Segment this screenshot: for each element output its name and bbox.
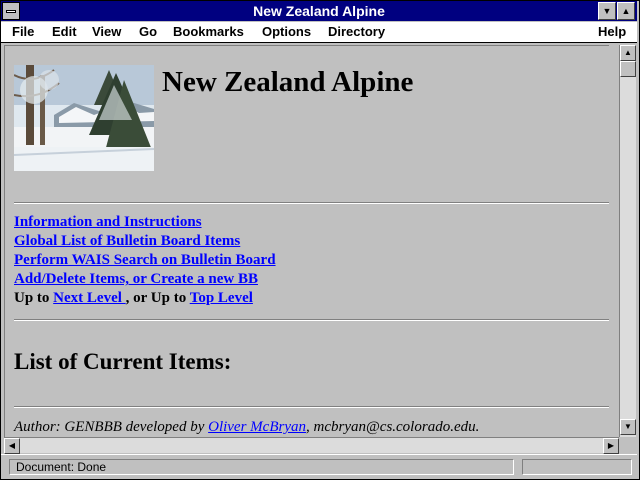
menu-options[interactable]: Options bbox=[262, 24, 311, 39]
up-prefix: Up to bbox=[14, 290, 54, 306]
menu-directory[interactable]: Directory bbox=[328, 24, 385, 39]
navigation-line: Up to Next Level , or Up to Top Level bbox=[14, 290, 253, 307]
title-bar: New Zealand Alpine ▼ ▲ bbox=[1, 1, 637, 21]
snowy-forest-image bbox=[14, 65, 154, 171]
menu-bookmarks[interactable]: Bookmarks bbox=[173, 24, 244, 39]
menu-go[interactable]: Go bbox=[139, 24, 157, 39]
scroll-left-icon[interactable]: ◀ bbox=[4, 438, 20, 454]
link-add-delete[interactable]: Add/Delete Items, or Create a new BB bbox=[14, 271, 258, 288]
document-area: New Zealand Alpine Information and Instr… bbox=[5, 46, 609, 438]
scroll-thumb[interactable] bbox=[620, 61, 636, 77]
page-heading: New Zealand Alpine bbox=[162, 66, 414, 98]
vertical-scrollbar[interactable]: ▲ ▼ bbox=[619, 45, 636, 437]
scroll-down-icon[interactable]: ▼ bbox=[620, 419, 636, 435]
author-prefix: Author: GENBBB developed by bbox=[14, 419, 209, 435]
up-mid: , or Up to bbox=[125, 290, 190, 306]
link-top-level[interactable]: Top Level bbox=[190, 290, 253, 306]
author-suffix: , mcbryan@cs.colorado.edu. bbox=[306, 419, 480, 435]
scroll-up-icon[interactable]: ▲ bbox=[620, 45, 636, 61]
divider bbox=[14, 406, 609, 408]
link-global-list[interactable]: Global List of Bulletin Board Items bbox=[14, 233, 240, 250]
link-author[interactable]: Oliver McBryan bbox=[208, 419, 306, 435]
menu-file[interactable]: File bbox=[12, 24, 34, 39]
progress-indicator bbox=[522, 459, 632, 475]
divider bbox=[14, 319, 609, 321]
minimize-icon[interactable]: ▼ bbox=[598, 2, 616, 20]
horizontal-scrollbar[interactable]: ◀ ▶ bbox=[4, 437, 619, 454]
window-title: New Zealand Alpine bbox=[253, 3, 385, 19]
scrollbar-corner bbox=[619, 437, 636, 453]
menu-help[interactable]: Help bbox=[598, 24, 626, 39]
divider bbox=[14, 202, 609, 204]
link-information[interactable]: Information and Instructions bbox=[14, 214, 202, 231]
maximize-icon[interactable]: ▲ bbox=[617, 2, 635, 20]
menu-edit[interactable]: Edit bbox=[52, 24, 77, 39]
link-wais-search[interactable]: Perform WAIS Search on Bulletin Board bbox=[14, 252, 276, 269]
menu-bar: File Edit View Go Bookmarks Options Dire… bbox=[1, 22, 637, 43]
status-text: Document: Done bbox=[9, 459, 514, 475]
scroll-right-icon[interactable]: ▶ bbox=[603, 438, 619, 454]
status-bar: Document: Done bbox=[1, 454, 637, 479]
menu-view[interactable]: View bbox=[92, 24, 121, 39]
author-line: Author: GENBBB developed by Oliver McBry… bbox=[14, 419, 479, 436]
section-heading: List of Current Items: bbox=[14, 349, 232, 374]
link-next-level[interactable]: Next Level bbox=[53, 290, 125, 306]
